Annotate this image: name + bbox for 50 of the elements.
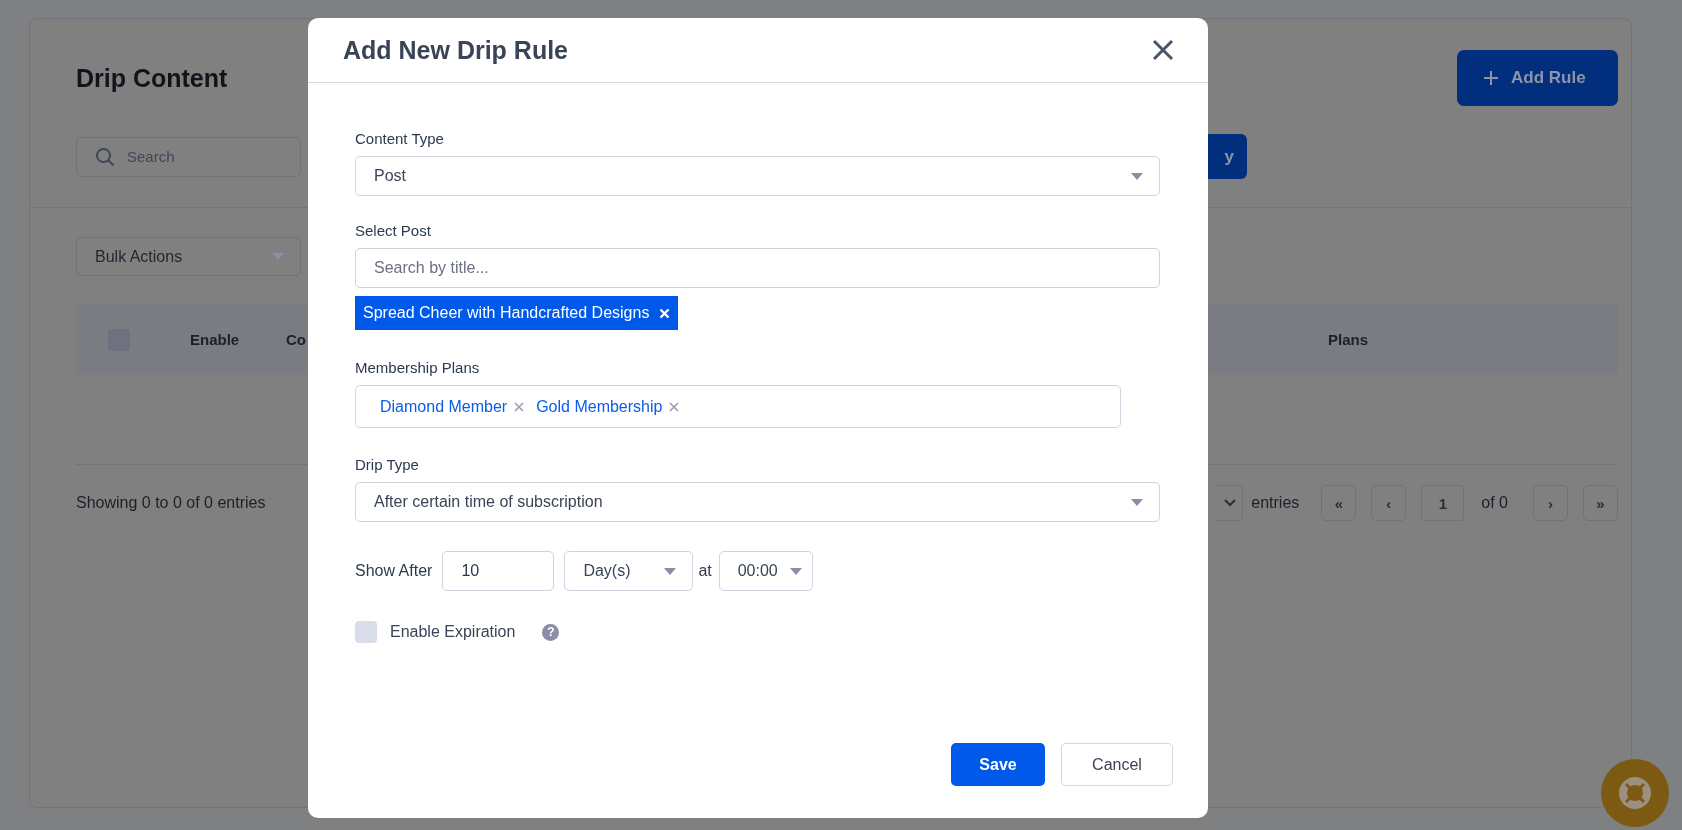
search-icon bbox=[95, 146, 115, 167]
column-header: Co bbox=[286, 331, 307, 348]
dropdown-caret-icon bbox=[272, 253, 284, 260]
lifebuoy-icon bbox=[1618, 776, 1652, 810]
page-title: Drip Content bbox=[76, 63, 228, 93]
selected-post-tag: Spread Cheer with Handcrafted Designs bbox=[355, 296, 679, 330]
search-field[interactable]: Search bbox=[76, 136, 301, 177]
add-rule-button[interactable]: Add Rule bbox=[1457, 50, 1618, 106]
close-button[interactable] bbox=[1152, 39, 1174, 61]
field-label: Content Type bbox=[355, 129, 445, 149]
membership-plans-field[interactable]: Diamond Member Gold Membership bbox=[355, 385, 1121, 428]
remove-icon[interactable] bbox=[669, 401, 680, 412]
chevron-down-icon bbox=[1223, 499, 1236, 507]
field-label: Select Post bbox=[355, 221, 432, 241]
at-label: at bbox=[698, 562, 712, 580]
bulk-actions-dropdown[interactable]: Bulk Actions bbox=[76, 237, 301, 276]
plan-label: Diamond Member bbox=[380, 397, 508, 416]
plan-label: Gold Membership bbox=[536, 397, 663, 416]
dropdown-caret-icon bbox=[789, 567, 802, 575]
time-dropdown[interactable]: 00:00 bbox=[718, 551, 813, 591]
enable-expiration-label: Enable Expiration bbox=[390, 623, 516, 641]
column-header: Plans bbox=[1328, 331, 1370, 348]
entries-label: entries bbox=[1251, 494, 1300, 512]
cancel-button[interactable]: Cancel bbox=[1061, 743, 1173, 786]
first-page-button[interactable]: « bbox=[1321, 485, 1357, 521]
time-unit-dropdown[interactable]: Day(s) bbox=[564, 551, 694, 591]
help-icon[interactable]: ? bbox=[542, 623, 560, 641]
modal-title: Add New Drip Rule bbox=[343, 35, 568, 65]
entries-summary: Showing 0 to 0 of 0 entries bbox=[76, 494, 266, 511]
enable-expiration-checkbox[interactable] bbox=[355, 621, 377, 643]
page-count: of 0 bbox=[1481, 494, 1508, 512]
save-button[interactable]: Save bbox=[951, 743, 1045, 786]
dropdown-caret-icon bbox=[1131, 498, 1143, 506]
show-after-input[interactable]: 10 bbox=[442, 551, 555, 591]
last-page-button[interactable]: » bbox=[1583, 485, 1618, 521]
previous-page-button[interactable]: ‹ bbox=[1371, 485, 1407, 521]
plus-icon bbox=[1483, 70, 1499, 86]
next-page-button[interactable]: › bbox=[1533, 485, 1568, 521]
column-header: Enable bbox=[190, 331, 241, 348]
remove-icon[interactable] bbox=[514, 401, 525, 412]
dropdown-caret-icon bbox=[664, 567, 677, 575]
page-number-field[interactable]: 1 bbox=[1421, 485, 1465, 521]
dropdown-caret-icon bbox=[1131, 172, 1143, 180]
entries-per-page-select[interactable] bbox=[1217, 485, 1244, 521]
content-type-dropdown[interactable]: Post bbox=[355, 156, 1160, 196]
field-label: Membership Plans bbox=[355, 358, 481, 378]
show-after-label: Show After bbox=[355, 562, 433, 580]
drip-type-dropdown[interactable]: After certain time of subscription bbox=[355, 482, 1160, 522]
post-search-field[interactable]: Search by title... bbox=[355, 248, 1160, 288]
field-label: Drip Type bbox=[355, 455, 420, 475]
